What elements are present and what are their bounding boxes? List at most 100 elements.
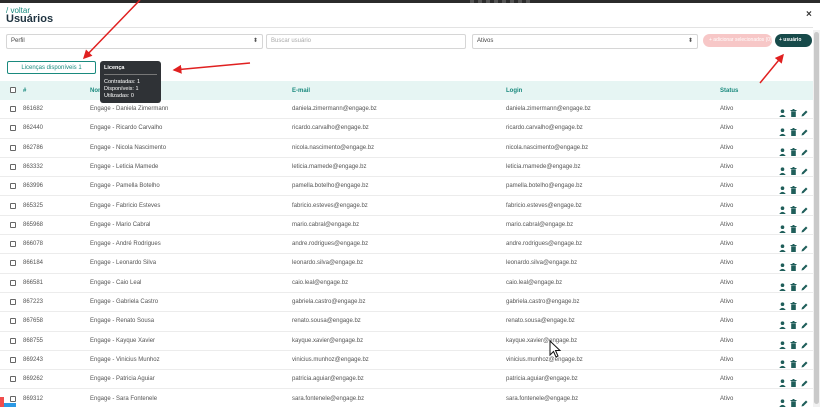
trash-icon[interactable]: [790, 239, 798, 253]
pencil-icon[interactable]: [801, 143, 809, 156]
add-selected-button[interactable]: + adicionar selecionados (0): [703, 34, 772, 47]
new-user-button[interactable]: + usuário: [775, 34, 812, 47]
column-header-email[interactable]: E-mail: [292, 88, 310, 94]
cell-status: Ativo: [720, 299, 734, 305]
table-row[interactable]: 863996 Engage - Pamella Botelho pamella.bo…: [0, 177, 813, 197]
pencil-icon[interactable]: [801, 278, 809, 291]
user-icon[interactable]: [779, 258, 787, 272]
cell-status: Ativo: [720, 125, 734, 132]
trash-icon[interactable]: [790, 258, 798, 272]
licenses-button[interactable]: Licenças disponíveis 1: [7, 61, 96, 74]
pencil-icon[interactable]: [801, 336, 809, 349]
user-icon[interactable]: [779, 239, 787, 253]
table-row[interactable]: 862440 Engage - Ricardo Carvalho ricardo.c…: [0, 119, 813, 139]
trash-icon[interactable]: [790, 123, 798, 137]
table-row[interactable]: 866581 Engage - Caio Leal caio.leal@engage…: [0, 274, 813, 293]
tooltip-title: Licença: [104, 65, 157, 75]
row-checkbox[interactable]: [10, 106, 16, 112]
trash-icon[interactable]: [790, 162, 798, 175]
user-icon[interactable]: [779, 220, 787, 233]
header-divider: [0, 27, 813, 28]
row-checkbox[interactable]: [10, 163, 16, 170]
row-checkbox[interactable]: [10, 279, 16, 286]
trash-icon[interactable]: [790, 104, 798, 117]
trash-icon[interactable]: [790, 316, 798, 330]
user-icon[interactable]: [779, 316, 787, 330]
user-icon[interactable]: [779, 336, 787, 349]
row-checkbox[interactable]: [10, 356, 16, 363]
user-icon[interactable]: [779, 104, 787, 117]
table-row[interactable]: 866078 Engage - André Rodrigues andre.rodr…: [0, 235, 813, 255]
trash-icon[interactable]: [790, 394, 798, 407]
row-checkbox[interactable]: [10, 260, 16, 267]
pencil-icon[interactable]: [801, 297, 809, 310]
row-checkbox[interactable]: [10, 221, 16, 228]
column-header-status[interactable]: Status: [720, 88, 738, 94]
scrollbar-thumb[interactable]: [814, 32, 819, 404]
user-icon[interactable]: [779, 297, 787, 310]
scrollbar[interactable]: [813, 30, 820, 407]
row-checkbox[interactable]: [10, 144, 16, 151]
pencil-icon[interactable]: [801, 162, 809, 175]
table-row[interactable]: 867658 Engage - Renato Sousa renato.sousa@…: [0, 312, 813, 332]
pencil-icon[interactable]: [801, 220, 809, 233]
trash-icon[interactable]: [790, 220, 798, 233]
pencil-icon[interactable]: [801, 258, 809, 271]
table-row[interactable]: 866184 Engage - Leonardo Silva leonardo.si…: [0, 254, 813, 274]
user-icon[interactable]: [779, 143, 787, 156]
row-checkbox[interactable]: [10, 241, 16, 248]
row-checkbox[interactable]: [10, 318, 16, 325]
trash-icon[interactable]: [790, 181, 798, 195]
table-row[interactable]: 865968 Engage - Mario Cabral mario.cabral@…: [0, 216, 813, 236]
row-checkbox[interactable]: [10, 202, 16, 209]
row-checkbox[interactable]: [10, 125, 16, 132]
table-row[interactable]: 863332 Engage - Leticia Mamede leticia.mam…: [0, 158, 813, 178]
table-row[interactable]: 868755 Engage - Kayque Xavier kayque.xavie…: [0, 332, 813, 351]
pencil-icon[interactable]: [801, 374, 809, 387]
close-icon[interactable]: ×: [806, 9, 812, 20]
pencil-icon[interactable]: [801, 355, 809, 368]
column-header-id[interactable]: #: [23, 88, 26, 94]
table-row[interactable]: 869312 Engage - Sara Fontenele sara.fonten…: [0, 390, 813, 407]
row-checkbox[interactable]: [10, 299, 16, 305]
select-all-checkbox[interactable]: [10, 87, 16, 93]
pencil-icon[interactable]: [801, 181, 809, 194]
user-icon[interactable]: [779, 374, 787, 388]
row-checkbox[interactable]: [10, 183, 16, 190]
table-row[interactable]: 867223 Engage - Gabriela Castro gabriela.c…: [0, 293, 813, 313]
trash-icon[interactable]: [790, 374, 798, 388]
user-icon[interactable]: [779, 394, 787, 407]
cell-id: 865325: [23, 202, 44, 209]
table-row[interactable]: 862786 Engage - Nicola Nascimento nicola.n…: [0, 139, 813, 158]
user-icon[interactable]: [779, 355, 787, 368]
trash-icon[interactable]: [790, 201, 798, 214]
pencil-icon[interactable]: [801, 394, 809, 406]
search-input[interactable]: Buscar usuário: [266, 34, 466, 49]
table-row[interactable]: 869243 Engage - Vinicius Munhoz vinicius.m…: [0, 351, 813, 371]
user-icon[interactable]: [779, 181, 787, 195]
cell-email: nicola.nascimento@engage.bz: [292, 144, 375, 151]
pencil-icon[interactable]: [801, 104, 809, 117]
trash-icon[interactable]: [790, 336, 798, 349]
pencil-icon[interactable]: [801, 201, 809, 213]
user-icon[interactable]: [779, 278, 787, 291]
user-icon[interactable]: [779, 162, 787, 175]
cell-email: mario.cabral@engage.bz: [292, 221, 360, 228]
pencil-icon[interactable]: [801, 316, 809, 329]
table-row[interactable]: 865325 Engage - Fabricio Esteves fabricio.…: [0, 197, 813, 216]
status-select[interactable]: Ativos ⬍: [472, 34, 698, 49]
user-icon[interactable]: [779, 201, 787, 214]
pencil-icon[interactable]: [801, 123, 809, 136]
row-checkbox[interactable]: [10, 337, 16, 344]
column-header-login[interactable]: Login: [506, 88, 522, 94]
row-checkbox[interactable]: [10, 395, 16, 402]
trash-icon[interactable]: [790, 278, 798, 291]
trash-icon[interactable]: [790, 143, 798, 156]
profile-select[interactable]: Perfil ⬍: [6, 34, 263, 49]
table-row[interactable]: 869262 Engage - Patricia Aguiar patricia.a…: [0, 370, 813, 390]
pencil-icon[interactable]: [801, 239, 809, 252]
trash-icon[interactable]: [790, 355, 798, 368]
user-icon[interactable]: [779, 123, 787, 137]
row-checkbox[interactable]: [10, 376, 16, 383]
trash-icon[interactable]: [790, 297, 798, 310]
